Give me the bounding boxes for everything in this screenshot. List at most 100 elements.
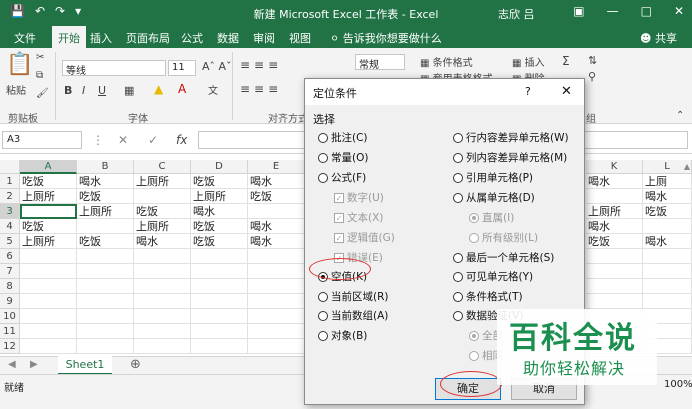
- grid-cell[interactable]: [20, 204, 77, 219]
- option-left-options-0[interactable]: 批注(C): [318, 130, 368, 145]
- column-header[interactable]: K: [586, 160, 643, 174]
- row-header[interactable]: 8: [0, 279, 20, 294]
- grid-cell[interactable]: 上厕所: [20, 189, 77, 204]
- grid-cell[interactable]: 上厕所: [134, 174, 191, 189]
- grid-cell[interactable]: [77, 339, 134, 354]
- radio-icon[interactable]: [318, 132, 328, 143]
- grid-cell[interactable]: 吃饭: [77, 189, 134, 204]
- minimize-icon[interactable]: —: [607, 4, 619, 18]
- grid-cell[interactable]: [20, 264, 77, 279]
- grid-cell[interactable]: [77, 279, 134, 294]
- option-left-options-2[interactable]: 公式(F): [318, 170, 366, 185]
- option-left-options-10[interactable]: 对象(B): [318, 328, 367, 343]
- grid-cell[interactable]: 上厕所: [134, 219, 191, 234]
- grid-cell[interactable]: [248, 294, 305, 309]
- radio-icon[interactable]: [453, 252, 463, 263]
- grid-cell[interactable]: 喝水: [191, 204, 248, 219]
- grid-cell[interactable]: [586, 249, 643, 264]
- scroll-up-icon[interactable]: ▲: [684, 162, 690, 171]
- grid-cell[interactable]: 吃饭: [77, 234, 134, 249]
- grid-cell[interactable]: [134, 324, 191, 339]
- radio-icon[interactable]: [318, 172, 328, 183]
- grid-cell[interactable]: 喝水: [248, 234, 305, 249]
- radio-icon[interactable]: [318, 291, 328, 302]
- grid-cell[interactable]: 上厕: [643, 174, 692, 189]
- grid-cell[interactable]: [134, 264, 191, 279]
- grid-cell[interactable]: 吃饭: [191, 234, 248, 249]
- zoom-level[interactable]: 100%: [664, 379, 692, 390]
- grid-cell[interactable]: [134, 339, 191, 354]
- option-right-options-7[interactable]: 可见单元格(Y): [453, 269, 533, 284]
- column-header[interactable]: D: [191, 160, 248, 174]
- border-icon[interactable]: ▦: [124, 84, 134, 97]
- grid-cell[interactable]: 吃饭: [191, 219, 248, 234]
- bold-icon[interactable]: B: [64, 84, 72, 97]
- grid-cell[interactable]: [77, 264, 134, 279]
- grid-cell[interactable]: [643, 294, 692, 309]
- row-header[interactable]: 4: [0, 219, 20, 234]
- grid-cell[interactable]: [20, 294, 77, 309]
- option-left-options-9[interactable]: 当前数组(A): [318, 308, 388, 323]
- radio-icon[interactable]: [453, 172, 463, 183]
- paste-icon[interactable]: 📋: [6, 52, 33, 77]
- paste-label[interactable]: 粘贴: [6, 82, 26, 97]
- grid-cell[interactable]: [134, 309, 191, 324]
- row-header[interactable]: 1: [0, 174, 20, 189]
- help-button[interactable]: ?: [525, 85, 531, 98]
- grid-cell[interactable]: [20, 249, 77, 264]
- format-painter-icon[interactable]: 🖌: [36, 88, 49, 99]
- grid-cell[interactable]: [20, 309, 77, 324]
- maximize-icon[interactable]: □: [641, 4, 652, 18]
- ribbon-tab-1[interactable]: 开始: [52, 26, 86, 48]
- grid-cell[interactable]: 吃饭: [586, 234, 643, 249]
- add-sheet-icon[interactable]: ⊕: [130, 357, 141, 372]
- name-box[interactable]: A3: [2, 131, 82, 149]
- grid-cell[interactable]: [191, 324, 248, 339]
- radio-icon[interactable]: [453, 310, 463, 321]
- font-size-select[interactable]: 11: [168, 60, 196, 76]
- ribbon-tab-2[interactable]: 插入: [90, 30, 112, 46]
- dialog-close-icon[interactable]: ✕: [561, 84, 572, 99]
- grid-cell[interactable]: 吃饭: [643, 204, 692, 219]
- grid-cell[interactable]: [248, 309, 305, 324]
- grid-cell[interactable]: 喝水: [643, 234, 692, 249]
- cancel-formula-icon[interactable]: ✕: [118, 133, 128, 147]
- italic-icon[interactable]: I: [82, 84, 85, 97]
- grid-cell[interactable]: [20, 279, 77, 294]
- grid-cell[interactable]: [77, 249, 134, 264]
- grid-cell[interactable]: [77, 309, 134, 324]
- grid-cell[interactable]: 吃饭: [248, 189, 305, 204]
- insert-function-icon[interactable]: fx: [176, 133, 187, 147]
- grid-cell[interactable]: [77, 294, 134, 309]
- grid-cell[interactable]: 喝水: [643, 189, 692, 204]
- grid-cell[interactable]: [248, 279, 305, 294]
- row-header[interactable]: 10: [0, 309, 20, 324]
- grid-cell[interactable]: [586, 279, 643, 294]
- fill-color-icon[interactable]: ▲: [154, 82, 163, 96]
- radio-icon[interactable]: [453, 132, 463, 143]
- grid-cell[interactable]: 吃饭: [20, 174, 77, 189]
- font-grow-icon[interactable]: Aˆ Aˇ: [202, 60, 232, 73]
- grid-cell[interactable]: [20, 339, 77, 354]
- find-icon[interactable]: ⚲: [588, 70, 596, 83]
- ribbon-tab-6[interactable]: 审阅: [253, 30, 275, 46]
- enter-formula-icon[interactable]: ✓: [148, 133, 158, 147]
- select-all-corner[interactable]: [0, 160, 20, 174]
- horizontal-align-icons[interactable]: ≡≡≡: [240, 82, 282, 96]
- grid-cell[interactable]: 喝水: [248, 219, 305, 234]
- grid-cell[interactable]: [77, 219, 134, 234]
- grid-cell[interactable]: 上厕所: [586, 204, 643, 219]
- ribbon-display-icon[interactable]: ▣: [573, 4, 584, 18]
- radio-icon[interactable]: [453, 291, 463, 302]
- grid-cell[interactable]: [643, 264, 692, 279]
- column-header[interactable]: A: [20, 160, 77, 174]
- option-right-options-0[interactable]: 行内容差异单元格(W): [453, 130, 569, 145]
- grid-cell[interactable]: [134, 249, 191, 264]
- close-icon[interactable]: ✕: [674, 4, 684, 18]
- grid-cell[interactable]: [191, 279, 248, 294]
- grid-cell[interactable]: [248, 339, 305, 354]
- radio-icon[interactable]: [318, 152, 328, 163]
- grid-cell[interactable]: 上厕所: [77, 204, 134, 219]
- conditional-format-button[interactable]: ▦ 条件格式: [420, 54, 473, 69]
- row-header[interactable]: 9: [0, 294, 20, 309]
